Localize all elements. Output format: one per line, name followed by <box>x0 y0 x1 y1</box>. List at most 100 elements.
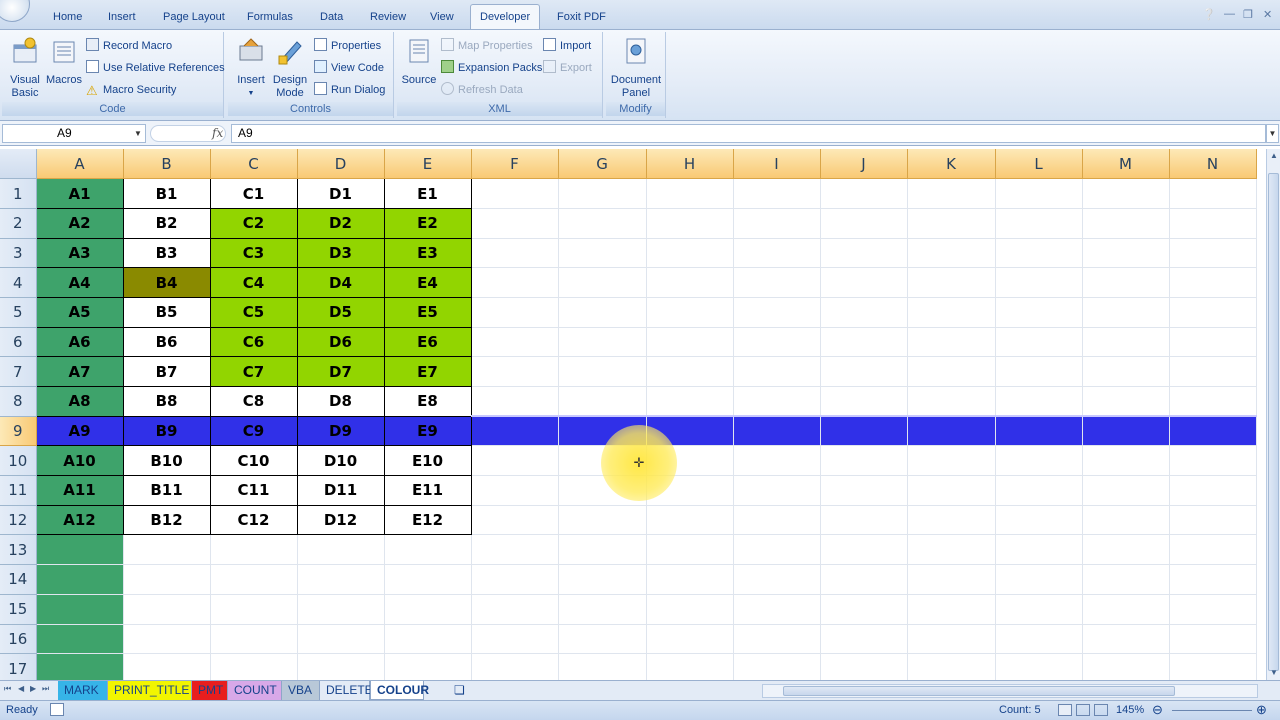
cell[interactable] <box>646 178 734 209</box>
cell[interactable] <box>1082 653 1170 680</box>
cell[interactable] <box>1169 327 1257 358</box>
cell[interactable] <box>210 564 298 595</box>
last-sheet-icon[interactable]: ⏭ <box>42 684 49 694</box>
row-header[interactable]: 12 <box>0 505 37 536</box>
cell[interactable] <box>123 653 211 680</box>
cell[interactable] <box>820 386 908 417</box>
cell[interactable] <box>471 238 559 269</box>
cell[interactable] <box>907 327 996 358</box>
cell[interactable] <box>646 238 734 269</box>
cell[interactable] <box>1082 445 1170 477</box>
cell[interactable] <box>995 475 1083 506</box>
cell[interactable] <box>558 564 647 595</box>
zoom-out-icon[interactable]: ⊖ <box>1152 702 1163 718</box>
cell[interactable] <box>297 564 385 595</box>
cell[interactable]: B5 <box>122 296 211 328</box>
cell[interactable] <box>558 624 647 655</box>
cell[interactable] <box>733 267 821 298</box>
cell[interactable] <box>646 624 734 655</box>
row-header[interactable]: 3 <box>0 238 37 269</box>
cell[interactable]: C2 <box>209 207 298 239</box>
column-header-h[interactable]: H <box>646 149 734 180</box>
cell[interactable] <box>384 564 472 595</box>
prev-sheet-icon[interactable]: ◀ <box>18 684 24 693</box>
name-box[interactable]: A9 <box>2 124 146 143</box>
sheet-tab-colour[interactable]: COLOUR <box>370 681 429 700</box>
cell[interactable]: C4 <box>209 267 298 298</box>
cell[interactable] <box>820 356 908 387</box>
column-header-b[interactable]: B <box>123 149 211 180</box>
cell[interactable] <box>907 267 996 298</box>
cell[interactable]: D7 <box>296 356 385 387</box>
cell[interactable] <box>646 297 734 328</box>
scroll-down-icon[interactable]: ▼ <box>1270 668 1278 677</box>
close-icon[interactable]: ✕ <box>1263 8 1272 21</box>
cell[interactable]: B10 <box>122 445 211 477</box>
export-button[interactable]: Export <box>543 58 592 78</box>
cell[interactable]: C1 <box>209 178 298 209</box>
cell[interactable] <box>558 327 647 358</box>
cell[interactable] <box>36 534 124 566</box>
cell[interactable] <box>646 534 734 566</box>
cell[interactable] <box>558 386 647 417</box>
cell[interactable] <box>384 624 472 655</box>
macros-button[interactable]: Macros <box>44 36 84 87</box>
sheet-tab-vba[interactable]: VBA <box>282 681 320 700</box>
cell[interactable] <box>995 178 1083 209</box>
column-header-m[interactable]: M <box>1082 149 1170 180</box>
cell[interactable] <box>471 475 559 506</box>
cell[interactable]: D6 <box>296 326 385 358</box>
cell[interactable] <box>1169 238 1257 269</box>
cell[interactable] <box>1169 415 1257 447</box>
row-header[interactable]: 7 <box>0 356 37 387</box>
cell[interactable] <box>1169 475 1257 506</box>
cell[interactable] <box>471 564 559 595</box>
cell[interactable] <box>820 327 908 358</box>
cell[interactable] <box>123 564 211 595</box>
cell[interactable] <box>471 653 559 680</box>
tab-page-layout[interactable]: Page Layout <box>154 6 234 28</box>
sheet-tab-delete[interactable]: DELETE <box>320 681 373 700</box>
row-header[interactable]: 6 <box>0 327 37 358</box>
next-sheet-icon[interactable]: ▶ <box>30 684 36 693</box>
cell[interactable]: C6 <box>209 326 298 358</box>
sheet-tab-count[interactable]: COUNT <box>228 681 282 700</box>
cell[interactable] <box>1082 238 1170 269</box>
row-header[interactable]: 2 <box>0 208 37 239</box>
cell[interactable] <box>733 475 821 506</box>
cell[interactable] <box>1169 267 1257 298</box>
cell[interactable]: E2 <box>383 207 472 239</box>
cell[interactable]: A2 <box>35 207 124 239</box>
cell[interactable]: A12 <box>35 504 124 536</box>
cell[interactable]: C5 <box>209 296 298 328</box>
cell[interactable]: D5 <box>296 296 385 328</box>
cell[interactable] <box>646 356 734 387</box>
cell[interactable] <box>558 505 647 536</box>
expansion-packs-button[interactable]: Expansion Packs <box>441 58 542 78</box>
cell[interactable] <box>995 594 1083 625</box>
row-header[interactable]: 8 <box>0 386 37 417</box>
cell[interactable]: B11 <box>122 475 211 506</box>
cell[interactable]: E11 <box>383 475 472 506</box>
cell[interactable]: A8 <box>35 386 124 417</box>
visual-basic-button[interactable]: Visual Basic <box>6 36 44 100</box>
cell[interactable] <box>1082 208 1170 239</box>
sheet-tab-print-title[interactable]: PRINT_TITLE <box>108 681 192 700</box>
cell[interactable] <box>471 445 559 477</box>
row-header[interactable]: 4 <box>0 267 37 298</box>
cell[interactable] <box>733 415 821 447</box>
cell[interactable] <box>471 208 559 239</box>
cell[interactable] <box>907 208 996 239</box>
cell[interactable] <box>210 653 298 680</box>
cell[interactable] <box>210 594 298 625</box>
cell[interactable]: D12 <box>296 504 385 536</box>
cell[interactable] <box>995 356 1083 387</box>
macro-record-icon[interactable] <box>50 703 64 716</box>
source-button[interactable]: Source <box>400 36 438 87</box>
cell[interactable] <box>1169 356 1257 387</box>
cell[interactable] <box>1169 505 1257 536</box>
cell[interactable] <box>646 208 734 239</box>
cell[interactable] <box>995 624 1083 655</box>
cell[interactable] <box>36 594 124 625</box>
cell[interactable]: E4 <box>383 267 472 298</box>
